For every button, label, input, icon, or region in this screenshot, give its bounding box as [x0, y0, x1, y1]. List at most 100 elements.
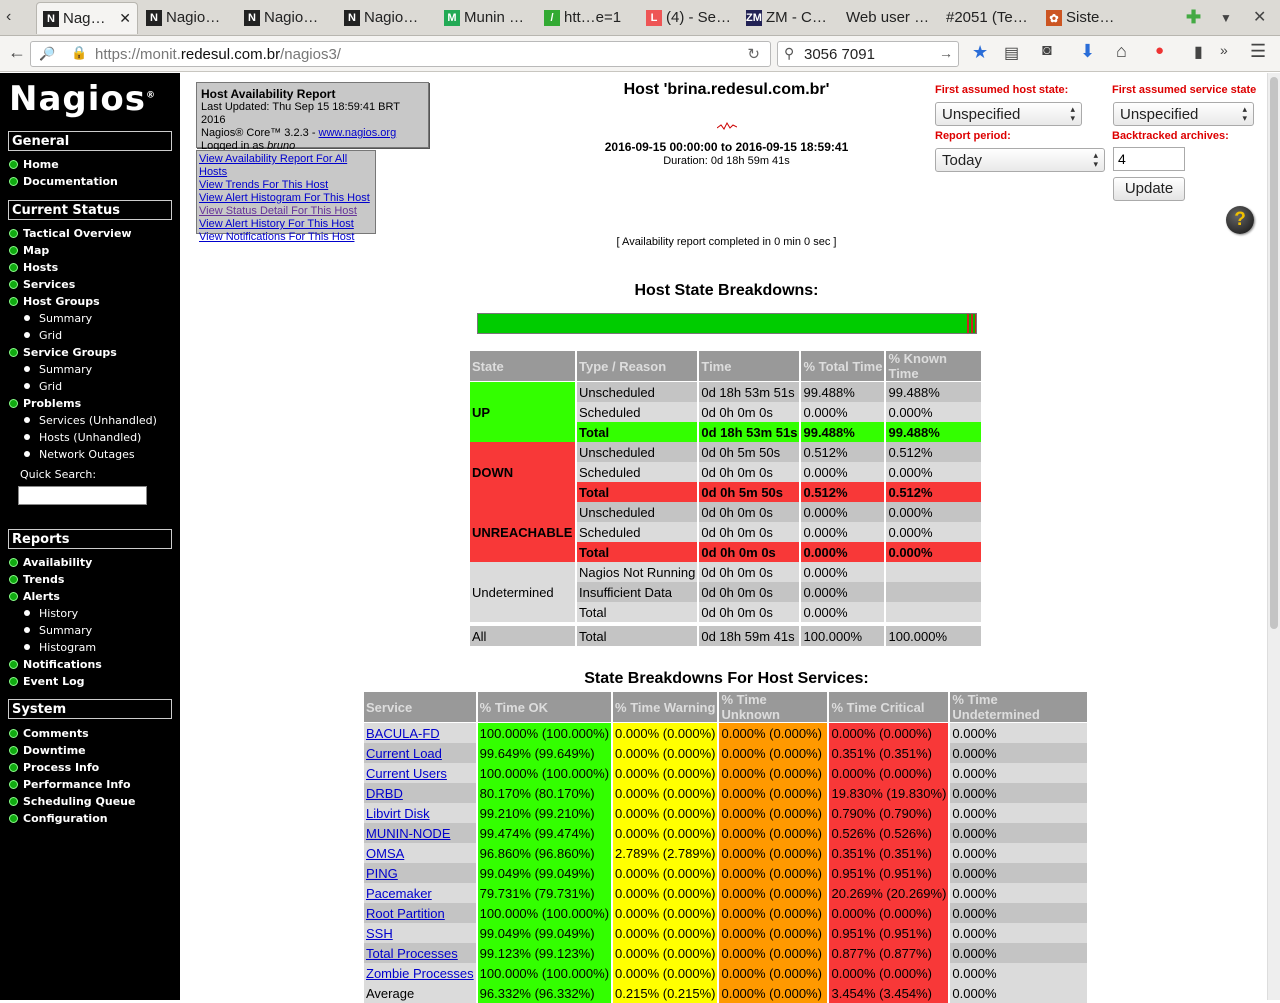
- report-period-select[interactable]: Today ▴ ▾: [935, 148, 1105, 172]
- nav-comments[interactable]: Comments: [9, 727, 89, 740]
- nav-trends[interactable]: Trends: [9, 573, 64, 586]
- nav-home[interactable]: Home: [9, 158, 59, 171]
- column-header: % Time Critical: [829, 692, 949, 723]
- table-cell: 2.789% (2.789%): [613, 843, 718, 863]
- service-link[interactable]: DRBD: [366, 786, 403, 801]
- browser-tab[interactable]: L (4) - Se…: [640, 2, 738, 34]
- service-link[interactable]: PING: [366, 866, 398, 881]
- link-status-detail[interactable]: View Status Detail For This Host: [199, 205, 373, 218]
- nav-host-groups[interactable]: Host Groups: [9, 295, 100, 308]
- service-link[interactable]: Libvirt Disk: [366, 806, 430, 821]
- site-info-icon[interactable]: 🔎: [39, 46, 55, 62]
- reload-icon[interactable]: ↻: [747, 45, 760, 63]
- nav-problem-services[interactable]: Services (Unhandled): [24, 414, 157, 427]
- nav-map[interactable]: Map: [9, 244, 49, 257]
- downloads-icon[interactable]: ⬇: [1080, 41, 1095, 62]
- nav-problems[interactable]: Problems: [9, 397, 81, 410]
- service-link[interactable]: Root Partition: [366, 906, 445, 921]
- service-link[interactable]: MUNIN-NODE: [366, 826, 451, 841]
- nav-services[interactable]: Services: [9, 278, 75, 291]
- nav-tactical-overview[interactable]: Tactical Overview: [9, 227, 132, 240]
- nav-alert-histogram[interactable]: Histogram: [24, 641, 96, 654]
- close-tab-icon[interactable]: ✕: [119, 10, 131, 27]
- nav-servicegroup-summary[interactable]: Summary: [24, 363, 92, 376]
- nav-alerts[interactable]: Alerts: [9, 590, 60, 603]
- nav-performance-info[interactable]: Performance Info: [9, 778, 131, 791]
- clipboard-icon[interactable]: ▮: [1194, 42, 1203, 62]
- browser-tab[interactable]: M Munin …: [438, 2, 536, 34]
- nav-event-log[interactable]: Event Log: [9, 675, 85, 688]
- browser-tab[interactable]: Web user …: [840, 2, 938, 34]
- nav-notifications[interactable]: Notifications: [9, 658, 102, 671]
- browser-tab[interactable]: N Nagio…: [338, 2, 436, 34]
- link-alert-history[interactable]: View Alert History For This Host: [199, 218, 373, 231]
- nav-network-outages[interactable]: Network Outages: [24, 448, 135, 461]
- nav-documentation[interactable]: Documentation: [9, 175, 118, 188]
- service-link[interactable]: Pacemaker: [366, 886, 432, 901]
- nav-alert-summary[interactable]: Summary: [24, 624, 92, 637]
- page-scrollbar[interactable]: [1267, 73, 1280, 1000]
- service-state-label: First assumed service state: [1112, 84, 1257, 96]
- service-link[interactable]: Current Load: [366, 746, 442, 761]
- nav-servicegroup-grid[interactable]: Grid: [24, 380, 62, 393]
- link-all-hosts-availability[interactable]: View Availability Report For All Hosts: [199, 153, 373, 179]
- nav-availability[interactable]: Availability: [9, 556, 92, 569]
- state-cell: DOWN: [470, 442, 575, 502]
- nagios-org-link[interactable]: www.nagios.org: [319, 127, 397, 139]
- nav-downtime[interactable]: Downtime: [9, 744, 86, 757]
- service-link[interactable]: Current Users: [366, 766, 447, 781]
- scrollbar-thumb[interactable]: [1270, 77, 1278, 629]
- tab-scroll-left-icon[interactable]: ‹: [6, 8, 11, 26]
- home-icon[interactable]: ⌂: [1116, 41, 1127, 62]
- search-go-icon[interactable]: →: [939, 45, 953, 61]
- host-state-select[interactable]: Unspecified ▴ ▾: [935, 102, 1082, 126]
- extension-icon[interactable]: ●: [1155, 42, 1164, 59]
- overflow-icon[interactable]: »: [1220, 42, 1228, 58]
- table-cell: 0.000%: [801, 402, 885, 422]
- tab-list-icon[interactable]: ▼: [1220, 11, 1232, 25]
- browser-tab[interactable]: N Nagio…: [238, 2, 336, 34]
- menu-icon[interactable]: ☰: [1250, 41, 1266, 62]
- backtracked-archives-input[interactable]: 4: [1113, 147, 1185, 171]
- quick-search-input[interactable]: [18, 486, 147, 505]
- reading-list-icon[interactable]: ▤: [1004, 43, 1019, 63]
- service-link[interactable]: SSH: [366, 926, 393, 941]
- url-bar[interactable]: 🔎 🔒 https://monit.redesul.com.br/nagios3…: [30, 41, 771, 67]
- nav-hostgroup-grid[interactable]: Grid: [24, 329, 62, 342]
- browser-tab[interactable]: N Nagio…: [140, 2, 236, 34]
- link-notifications[interactable]: View Notifications For This Host: [199, 231, 373, 244]
- nav-alert-history[interactable]: History: [24, 607, 78, 620]
- main-content: Host Availability Report Last Updated: T…: [180, 73, 1267, 1003]
- browser-tab[interactable]: ✿ Siste…: [1040, 2, 1140, 34]
- service-link[interactable]: Zombie Processes: [366, 966, 474, 981]
- service-state-select[interactable]: Unspecified ▴ ▾: [1113, 102, 1254, 126]
- table-cell: 99.474% (99.474%): [477, 823, 612, 843]
- browser-tab[interactable]: ZM ZM - C…: [740, 2, 838, 34]
- bookmark-star-icon[interactable]: ★: [972, 42, 988, 63]
- new-tab-icon[interactable]: ✚: [1186, 7, 1201, 28]
- nagios-logo[interactable]: Nagios®: [9, 79, 156, 119]
- link-trends[interactable]: View Trends For This Host: [199, 179, 373, 192]
- search-bar[interactable]: ⚲ 3056 7091 →: [777, 41, 959, 67]
- service-link[interactable]: BACULA-FD: [366, 726, 440, 741]
- nav-configuration[interactable]: Configuration: [9, 812, 108, 825]
- back-icon[interactable]: ←: [8, 42, 26, 63]
- nav-service-groups[interactable]: Service Groups: [9, 346, 117, 359]
- service-link[interactable]: Total Processes: [366, 946, 458, 961]
- nav-problem-hosts[interactable]: Hosts (Unhandled): [24, 431, 141, 444]
- update-button[interactable]: Update: [1113, 177, 1185, 201]
- bullet-icon: [24, 332, 30, 338]
- nav-scheduling-queue[interactable]: Scheduling Queue: [9, 795, 135, 808]
- help-icon[interactable]: ?: [1226, 206, 1254, 234]
- nav-hostgroup-summary[interactable]: Summary: [24, 312, 92, 325]
- nav-process-info[interactable]: Process Info: [9, 761, 99, 774]
- pocket-icon[interactable]: ◙: [1042, 42, 1052, 60]
- state-cell: UNREACHABLE: [470, 502, 575, 562]
- service-link[interactable]: OMSA: [366, 846, 404, 861]
- browser-tab[interactable]: / htt…e=1: [538, 2, 638, 34]
- browser-tab[interactable]: N Nag… ✕: [36, 2, 138, 34]
- nav-hosts[interactable]: Hosts: [9, 261, 58, 274]
- browser-tab[interactable]: #2051 (Te…: [940, 2, 1038, 34]
- close-window-icon[interactable]: ✕: [1253, 7, 1266, 27]
- link-alert-histogram[interactable]: View Alert Histogram For This Host: [199, 192, 373, 205]
